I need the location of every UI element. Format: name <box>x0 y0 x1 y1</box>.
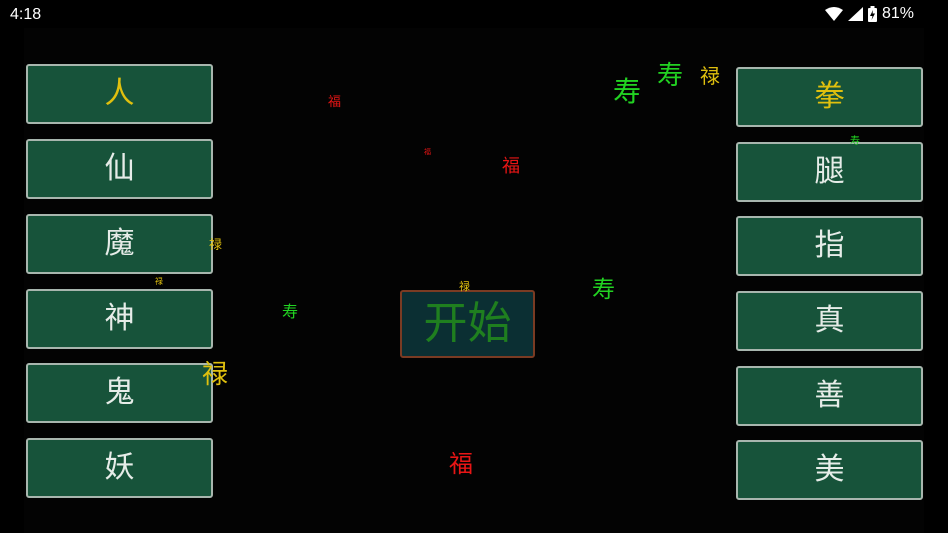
floating-char-fu: 福 <box>328 95 342 110</box>
floating-char-shou: 寿 <box>613 75 642 108</box>
right-button-1[interactable]: 拳 <box>736 67 923 127</box>
start-button[interactable]: 开始 <box>400 290 535 358</box>
right-button-6[interactable]: 美 <box>736 440 923 500</box>
start-button-label: 开始 <box>423 298 512 349</box>
signal-icon <box>847 7 863 21</box>
floating-char-lu: 禄 <box>700 64 720 88</box>
status-bar: 4:18 81% <box>0 0 948 30</box>
left-button-5-label: 鬼 <box>104 375 135 410</box>
floating-char-shou: 寿 <box>592 277 615 303</box>
status-time: 4:18 <box>10 6 42 23</box>
status-icons: 81% <box>824 5 914 23</box>
right-button-3[interactable]: 指 <box>736 216 923 276</box>
game-area: 人 仙 魔 神 鬼 妖 拳 腿 指 真 善 美 开始 福 福 福 福 寿 寿 寿… <box>24 28 924 533</box>
right-button-2-label: 腿 <box>814 154 845 189</box>
left-button-5[interactable]: 鬼 <box>26 363 213 423</box>
wifi-icon <box>824 7 843 21</box>
floating-char-shou: 寿 <box>850 136 860 147</box>
left-button-4[interactable]: 神 <box>26 289 213 349</box>
right-button-1-label: 拳 <box>814 79 845 114</box>
left-button-6[interactable]: 妖 <box>26 438 213 498</box>
left-button-2[interactable]: 仙 <box>26 139 213 199</box>
right-button-2[interactable]: 腿 <box>736 142 923 202</box>
right-button-5[interactable]: 善 <box>736 366 923 426</box>
floating-char-fu: 福 <box>502 156 520 177</box>
right-button-4-label: 真 <box>814 303 845 338</box>
floating-char-fu: 福 <box>424 148 431 156</box>
floating-char-shou: 寿 <box>657 61 684 91</box>
floating-char-lu: 禄 <box>155 277 163 286</box>
left-button-1-label: 人 <box>104 76 135 111</box>
battery-percent: 81% <box>881 5 914 22</box>
floating-char-lu: 禄 <box>202 360 229 390</box>
left-button-3-label: 魔 <box>104 226 135 261</box>
floating-char-lu: 禄 <box>459 280 470 293</box>
floating-char-fu: 福 <box>449 450 473 478</box>
right-button-3-label: 指 <box>814 228 845 263</box>
left-button-4-label: 神 <box>104 301 135 336</box>
left-button-2-label: 仙 <box>104 151 135 186</box>
right-button-6-label: 美 <box>814 452 845 487</box>
left-button-3[interactable]: 魔 <box>26 214 213 274</box>
floating-char-shou: 寿 <box>282 302 299 321</box>
screen: 4:18 81% 人 仙 魔 神 鬼 妖 拳 腿 指 真 善 美 开始 福 福 … <box>0 0 948 533</box>
right-button-4[interactable]: 真 <box>736 291 923 351</box>
battery-charging-icon <box>867 6 877 22</box>
right-button-5-label: 善 <box>814 378 845 413</box>
left-button-1[interactable]: 人 <box>26 64 213 124</box>
floating-char-lu: 禄 <box>209 238 223 253</box>
left-button-6-label: 妖 <box>104 450 135 485</box>
